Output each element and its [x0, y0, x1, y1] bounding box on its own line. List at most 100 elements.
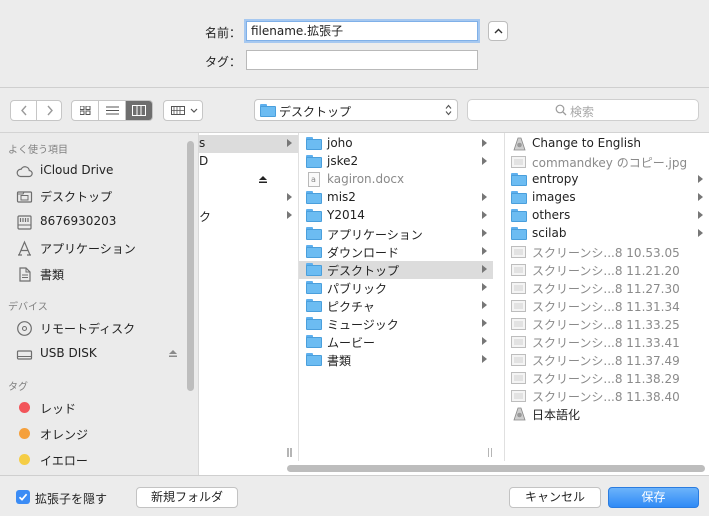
item-name: jske2 [327, 154, 359, 168]
tag-label: タグ： [204, 55, 241, 69]
browser-column-2: joho jske2 a kagiron.docx mis2 Y2014 アプリケーションダ… [299, 133, 494, 461]
list-item[interactable]: ダウンロード [299, 243, 493, 261]
list-item[interactable]: スクリーンシ...8 10.53.05 [504, 243, 709, 261]
list-item[interactable] [199, 189, 298, 207]
list-item[interactable]: スクリーンシ...8 11.38.29 [504, 369, 709, 387]
sidebar-scrollbar[interactable] [187, 141, 194, 391]
list-icon [106, 106, 119, 115]
image-file-icon [511, 336, 526, 348]
save-button[interactable]: 保存 [608, 487, 699, 508]
browser-toolbar: デスクトップ 検索 [0, 88, 709, 133]
sidebar-item-applications[interactable]: アプリケーション [0, 236, 186, 260]
sidebar-item-tag-yellow[interactable]: イエロー [0, 448, 186, 472]
list-item[interactable]: Y2014 [299, 207, 493, 225]
list-item[interactable]: 日本語化 [504, 405, 709, 423]
sidebar-item-label: オレンジ [40, 428, 89, 442]
disc-icon [17, 321, 32, 336]
desktop-folder-icon [16, 191, 33, 203]
list-item[interactable]: ク [199, 207, 298, 225]
list-item[interactable]: D [199, 153, 298, 171]
sidebar-item-tag-red[interactable]: レッド [0, 396, 186, 420]
cancel-button[interactable]: キャンセル [509, 487, 601, 508]
list-item[interactable]: スクリーンシ...8 11.21.20 [504, 261, 709, 279]
list-item[interactable]: images [504, 189, 709, 207]
list-item[interactable]: アプリケーション [299, 225, 493, 243]
list-item[interactable]: jske2 [299, 153, 493, 171]
arrange-menu-button[interactable] [163, 100, 203, 121]
item-name: D [199, 154, 209, 168]
eject-icon[interactable] [168, 349, 178, 358]
column-resize-handle[interactable] [288, 448, 294, 457]
list-item[interactable]: s [199, 135, 298, 153]
location-label: デスクトップ [279, 105, 352, 119]
icon-view-button[interactable] [72, 101, 99, 120]
item-name: Y2014 [327, 208, 365, 222]
list-item[interactable]: スクリーンシ...8 11.31.34 [504, 297, 709, 315]
item-name: スクリーンシ...8 11.21.20 [532, 264, 680, 278]
list-item[interactable]: Change to English [504, 135, 709, 153]
list-item[interactable]: スクリーンシ...8 11.38.40 [504, 387, 709, 405]
sidebar-item-documents[interactable]: 書類 [0, 262, 186, 286]
list-item[interactable]: デスクトップ [299, 261, 493, 279]
sidebar-item-remote-disc[interactable]: リモートディスク [0, 316, 186, 340]
tags-heading: タグ [8, 382, 28, 393]
chevron-up-icon [494, 28, 503, 34]
disclosure-arrow-icon [482, 265, 487, 273]
column-view-button[interactable] [126, 101, 152, 120]
folder-icon [511, 209, 527, 222]
collapse-dialog-button[interactable] [488, 21, 508, 41]
save-options-header: 名前： filename.拡張子 タグ： [0, 0, 709, 88]
item-name: スクリーンシ...8 11.38.40 [532, 390, 680, 404]
folder-icon [306, 209, 322, 222]
list-item[interactable]: スクリーンシ...8 11.27.30 [504, 279, 709, 297]
list-item[interactable]: ピクチャ [299, 297, 493, 315]
list-item[interactable]: パブリック [299, 279, 493, 297]
search-field[interactable]: 検索 [467, 99, 699, 121]
list-item[interactable]: others [504, 207, 709, 225]
grid-icon [80, 106, 91, 115]
hide-extension-checkbox[interactable] [16, 490, 30, 504]
folder-icon [306, 155, 322, 168]
list-item[interactable]: scilab [504, 225, 709, 243]
list-item[interactable]: スクリーンシ...8 11.37.49 [504, 351, 709, 369]
disclosure-arrow-icon [698, 211, 703, 219]
location-popup[interactable]: デスクトップ [254, 99, 458, 121]
list-item[interactable]: スクリーンシ...8 11.33.25 [504, 315, 709, 333]
sidebar-item-icloud-drive[interactable]: iCloud Drive [0, 159, 186, 183]
folder-icon [306, 335, 322, 348]
list-item[interactable]: joho [299, 135, 493, 153]
image-file-icon [511, 300, 526, 312]
hide-extension-label[interactable]: 拡張子を隠す [35, 490, 107, 507]
eject-icon[interactable] [258, 175, 268, 184]
sidebar-item-home[interactable]: 8676930203 [0, 210, 186, 234]
sidebar-item-tag-orange[interactable]: オレンジ [0, 422, 186, 446]
item-name: スクリーンシ...8 11.38.29 [532, 372, 680, 386]
list-item[interactable]: ムービー [299, 333, 493, 351]
item-name: others [532, 208, 571, 222]
list-item[interactable]: mis2 [299, 189, 493, 207]
new-folder-button[interactable]: 新規フォルダ [136, 487, 238, 508]
horizontal-scrollbar[interactable] [287, 465, 705, 472]
item-name: scilab [532, 226, 567, 240]
item-name: ピクチャ [327, 300, 375, 314]
list-item[interactable]: スクリーンシ...8 11.33.41 [504, 333, 709, 351]
chevron-left-icon [21, 105, 27, 116]
list-item[interactable] [199, 171, 298, 189]
list-item[interactable]: 書類 [299, 351, 493, 369]
forward-button[interactable] [37, 101, 62, 120]
list-item[interactable]: ミュージック [299, 315, 493, 333]
sidebar-item-desktop[interactable]: デスクトップ [0, 184, 186, 208]
column-resize-handle[interactable] [488, 448, 494, 457]
list-item[interactable]: entropy [504, 171, 709, 189]
tag-field[interactable] [246, 50, 478, 70]
list-view-button[interactable] [99, 101, 126, 120]
applications-icon [18, 240, 31, 256]
list-item[interactable]: commandkey のコピー.jpg [504, 153, 709, 171]
filename-field[interactable]: filename.拡張子 [246, 21, 478, 41]
folder-icon [306, 137, 322, 150]
sidebar-item-usb-disk[interactable]: USB DISK [0, 342, 186, 366]
item-name: デスクトップ [327, 264, 400, 278]
list-item[interactable]: a kagiron.docx [299, 171, 493, 189]
columns-icon [132, 105, 146, 116]
back-button[interactable] [11, 101, 37, 120]
